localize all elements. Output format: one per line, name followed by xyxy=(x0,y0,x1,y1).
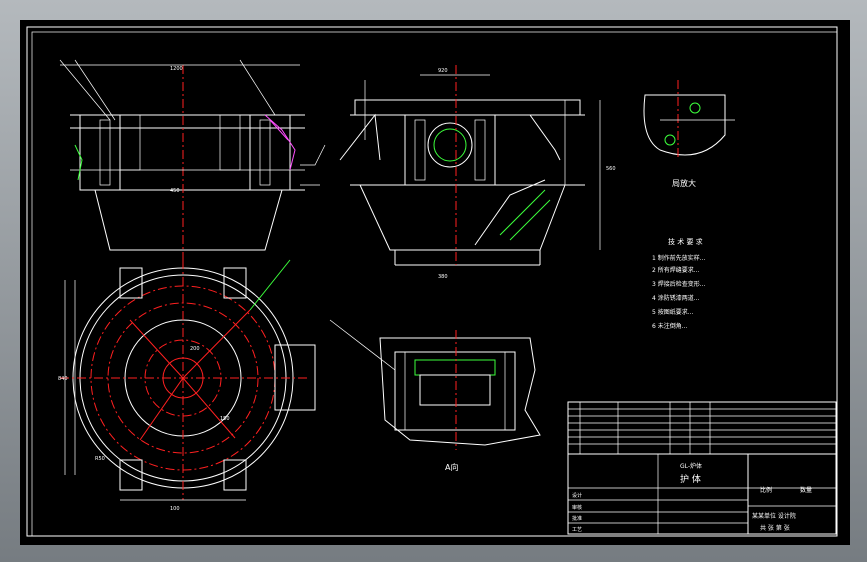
detail-label: 局放大 xyxy=(672,178,696,188)
tech-req-5: 5 按图纸要求... xyxy=(652,308,694,316)
view-a-label: A向 xyxy=(445,462,458,472)
tech-req-2: 2 所有焊缝要求... xyxy=(652,266,700,274)
sheet-inner-border xyxy=(31,31,838,537)
title-unit-2: 审核 xyxy=(572,504,582,511)
dim-2: 920 xyxy=(438,68,448,74)
dim-7: 100 xyxy=(170,506,180,512)
dim-8: R50 xyxy=(95,456,105,462)
cad-drawing: 局放大 A向 技 术 要 求 1 制作前先放实样... 2 所有焊缝要求... … xyxy=(26,26,838,537)
title-qty-label: 数量 xyxy=(800,486,812,494)
sheet-outer-border xyxy=(26,26,838,537)
title-scale-label: 比例 xyxy=(760,486,772,494)
title-unit-4: 工艺 xyxy=(572,527,582,533)
drawing-viewport[interactable]: 局放大 A向 技 术 要 求 1 制作前先放实样... 2 所有焊缝要求... … xyxy=(20,20,850,545)
tech-req-4: 4 涂防锈漆两道... xyxy=(652,294,700,302)
tech-req-6: 6 未注倒角... xyxy=(652,322,688,330)
title-unit-1: 设计 xyxy=(572,492,582,499)
front-elevation-view xyxy=(59,59,326,260)
dim-1: 1200 xyxy=(170,66,183,72)
cad-window-frame: 局放大 A向 技 术 要 求 1 制作前先放实样... 2 所有焊缝要求... … xyxy=(0,0,867,562)
tech-req-title: 技 术 要 求 xyxy=(668,237,703,246)
dim-4: 380 xyxy=(438,274,448,280)
technical-requirements: 技 术 要 求 1 制作前先放实样... 2 所有焊缝要求... 3 焊接后检查… xyxy=(652,237,706,330)
title-drawing-name: 护 体 xyxy=(680,473,701,485)
title-block: GL-炉体 护 体 比例 数量 某某单位 设计院 共 张 第 张 设计 审核 批… xyxy=(567,401,837,535)
title-unit-3: 批准 xyxy=(572,515,582,522)
dim-10: 560 xyxy=(606,166,616,172)
detail-view: 局放大 xyxy=(643,80,735,188)
dim-6: 150 xyxy=(220,416,230,422)
tech-req-3: 3 焊接后检查变形... xyxy=(652,280,706,288)
plan-view xyxy=(60,259,316,501)
title-drawing-subtitle: GL-炉体 xyxy=(680,462,702,470)
view-a: A向 xyxy=(329,319,541,472)
dim-5: 200 xyxy=(190,346,200,352)
side-elevation-view xyxy=(339,65,601,266)
title-org: 某某单位 设计院 xyxy=(752,512,796,520)
dim-3: 450 xyxy=(170,188,180,194)
title-sheet: 共 张 第 张 xyxy=(760,524,790,532)
tech-req-1: 1 制作前先放实样... xyxy=(652,254,706,262)
dim-9: 840 xyxy=(58,376,68,382)
